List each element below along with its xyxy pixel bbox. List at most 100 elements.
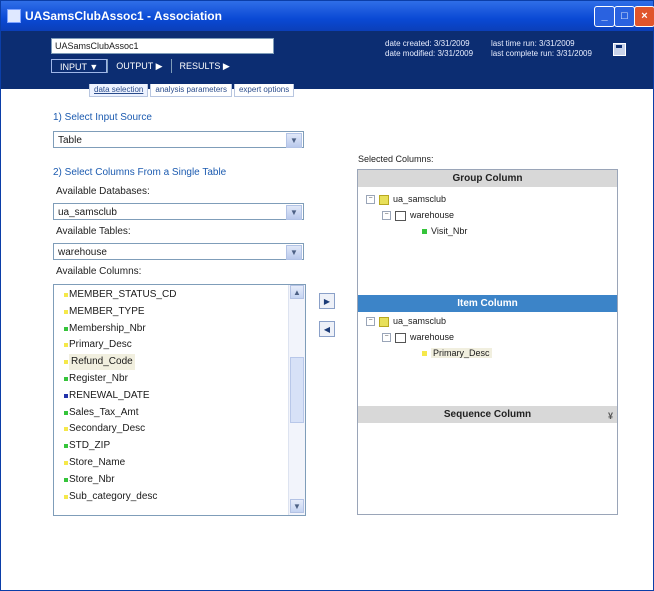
column-name: Store_Name (69, 457, 126, 468)
available-columns-label: Available Columns: (56, 266, 142, 277)
date-modified: date modified: 3/31/2009 (385, 49, 474, 58)
group-column-name: Visit_Nbr (431, 226, 468, 236)
collapse-toggle-icon[interactable]: − (366, 317, 375, 327)
title-bar[interactable]: UASamsClubAssoc1 - Association _ □ × (1, 1, 654, 31)
available-tables-label: Available Tables: (56, 226, 131, 237)
collapse-toggle-icon[interactable]: − (382, 211, 391, 221)
column-name: Primary_Desc (69, 339, 132, 351)
item-db-name: ua_samsclub (393, 316, 447, 326)
column-type-icon (64, 477, 68, 482)
run-info: last time run: 3/31/2009 last complete r… (491, 39, 592, 59)
input-source-select[interactable]: Table ▼ (53, 131, 304, 148)
database-icon (379, 194, 389, 205)
item-tree-column[interactable]: Primary_Desc (422, 346, 492, 360)
database-icon (379, 316, 389, 327)
maximize-button[interactable]: □ (614, 6, 635, 27)
column-type-icon (64, 461, 68, 465)
column-name: Membership_Nbr (69, 322, 146, 334)
column-type-icon (64, 393, 68, 398)
add-column-button[interactable]: ▶ (319, 293, 335, 309)
menu-input[interactable]: INPUT ▼ (51, 59, 108, 73)
database-select[interactable]: ua_samsclub ▼ (53, 203, 304, 220)
column-type-icon (64, 410, 68, 415)
column-type-icon (422, 229, 427, 235)
last-time-run: last time run: 3/31/2009 (491, 39, 575, 48)
item-column-header: Item Column (358, 295, 617, 312)
group-column-header: Group Column (358, 170, 617, 187)
app-icon (7, 9, 21, 23)
input-source-value: Table (58, 135, 82, 146)
available-columns-list[interactable]: ▲ ▼ MEMBER_STATUS_CD MEMBER_TYPE Membershi… (53, 284, 306, 516)
column-type-icon (64, 494, 68, 499)
tab-analysis-parameters[interactable]: analysis parameters (150, 84, 232, 97)
scroll-thumb[interactable] (290, 357, 304, 423)
sequence-column-header: Sequence Column ¥ (358, 406, 617, 423)
item-tree-table[interactable]: − warehouse (382, 330, 454, 344)
section-input-source-title: 1) Select Input Source (53, 112, 152, 123)
window-title: UASamsClubAssoc1 - Association (25, 9, 222, 23)
remove-column-button[interactable]: ◀ (319, 321, 335, 337)
group-db-name: ua_samsclub (393, 194, 447, 204)
item-table-name: warehouse (410, 332, 455, 342)
date-created: date created: 3/31/2009 (385, 39, 470, 48)
table-icon (395, 332, 406, 343)
collapse-toggle-icon[interactable]: − (382, 333, 391, 343)
column-name: Sales_Tax_Amt (69, 406, 139, 418)
column-name: STD_ZIP (69, 440, 111, 452)
column-name: Refund_Code (69, 354, 135, 371)
column-name: MEMBER_TYPE (69, 305, 145, 317)
column-name: MEMBER_STATUS_CD (69, 289, 177, 300)
collapse-icon[interactable]: ¥ (608, 408, 613, 425)
table-value: warehouse (58, 247, 107, 258)
collapse-toggle-icon[interactable]: − (366, 195, 375, 205)
column-type-icon (64, 377, 68, 381)
date-info: date created: 3/31/2009 date modified: 3… (385, 39, 473, 59)
columns-scrollbar[interactable]: ▲ ▼ (288, 285, 305, 515)
column-type-icon (64, 326, 68, 331)
last-complete-run: last complete run: 3/31/2009 (491, 49, 592, 58)
chevron-down-icon[interactable]: ▼ (286, 205, 302, 220)
group-tree-column[interactable]: Visit_Nbr (422, 224, 467, 238)
scroll-up-icon[interactable]: ▲ (290, 285, 304, 299)
menu-bar: INPUT ▼ OUTPUT ▶ RESULTS ▶ (51, 59, 238, 73)
column-name: Sub_category_desc (69, 490, 158, 502)
chevron-down-icon[interactable]: ▼ (286, 133, 302, 148)
column-name: Secondary_Desc (69, 423, 146, 435)
table-select[interactable]: warehouse ▼ (53, 243, 304, 260)
tab-expert-options[interactable]: expert options (233, 84, 295, 97)
column-type-icon (64, 343, 68, 348)
column-name: RENEWAL_DATE (69, 389, 150, 401)
table-icon (395, 210, 406, 221)
section-columns-title: 2) Select Columns From a Single Table (53, 167, 227, 178)
column-name: Store_Nbr (69, 473, 115, 485)
minimize-button[interactable]: _ (594, 6, 615, 27)
scroll-down-icon[interactable]: ▼ (290, 499, 304, 513)
chevron-down-icon[interactable]: ▼ (286, 245, 302, 260)
group-tree-table[interactable]: − warehouse (382, 208, 454, 222)
selected-columns-panel: Group Column − ua_samsclub − warehouse Vis… (357, 169, 618, 515)
item-column-name: Primary_Desc (431, 348, 492, 358)
column-type-icon (64, 293, 68, 297)
column-type-icon (64, 360, 68, 365)
group-table-name: warehouse (410, 210, 455, 220)
menu-output[interactable]: OUTPUT ▶ (107, 59, 170, 73)
group-tree-db[interactable]: − ua_samsclub (366, 192, 446, 206)
column-type-icon (422, 351, 427, 357)
menu-results[interactable]: RESULTS ▶ (170, 59, 238, 73)
column-type-icon (64, 444, 68, 449)
available-databases-label: Available Databases: (56, 186, 150, 197)
analysis-header: UASamsClubAssoc1 date created: 3/31/2009… (1, 31, 653, 89)
item-tree-db[interactable]: − ua_samsclub (366, 314, 446, 328)
column-type-icon (64, 309, 68, 314)
save-icon[interactable] (613, 43, 626, 56)
analysis-name-input[interactable]: UASamsClubAssoc1 (51, 38, 274, 54)
database-value: ua_samsclub (58, 207, 117, 218)
sequence-column-title: Sequence Column (443, 409, 532, 420)
column-type-icon (64, 427, 68, 432)
input-subtabs: data selection analysis parameters exper… (89, 84, 296, 97)
column-name: Register_Nbr (69, 373, 128, 384)
tab-data-selection[interactable]: data selection (89, 84, 149, 97)
close-button[interactable]: × (634, 6, 654, 27)
selected-columns-label: Selected Columns: (358, 154, 434, 164)
app-window: UASamsClubAssoc1 - Association _ □ × UAS… (0, 0, 654, 591)
